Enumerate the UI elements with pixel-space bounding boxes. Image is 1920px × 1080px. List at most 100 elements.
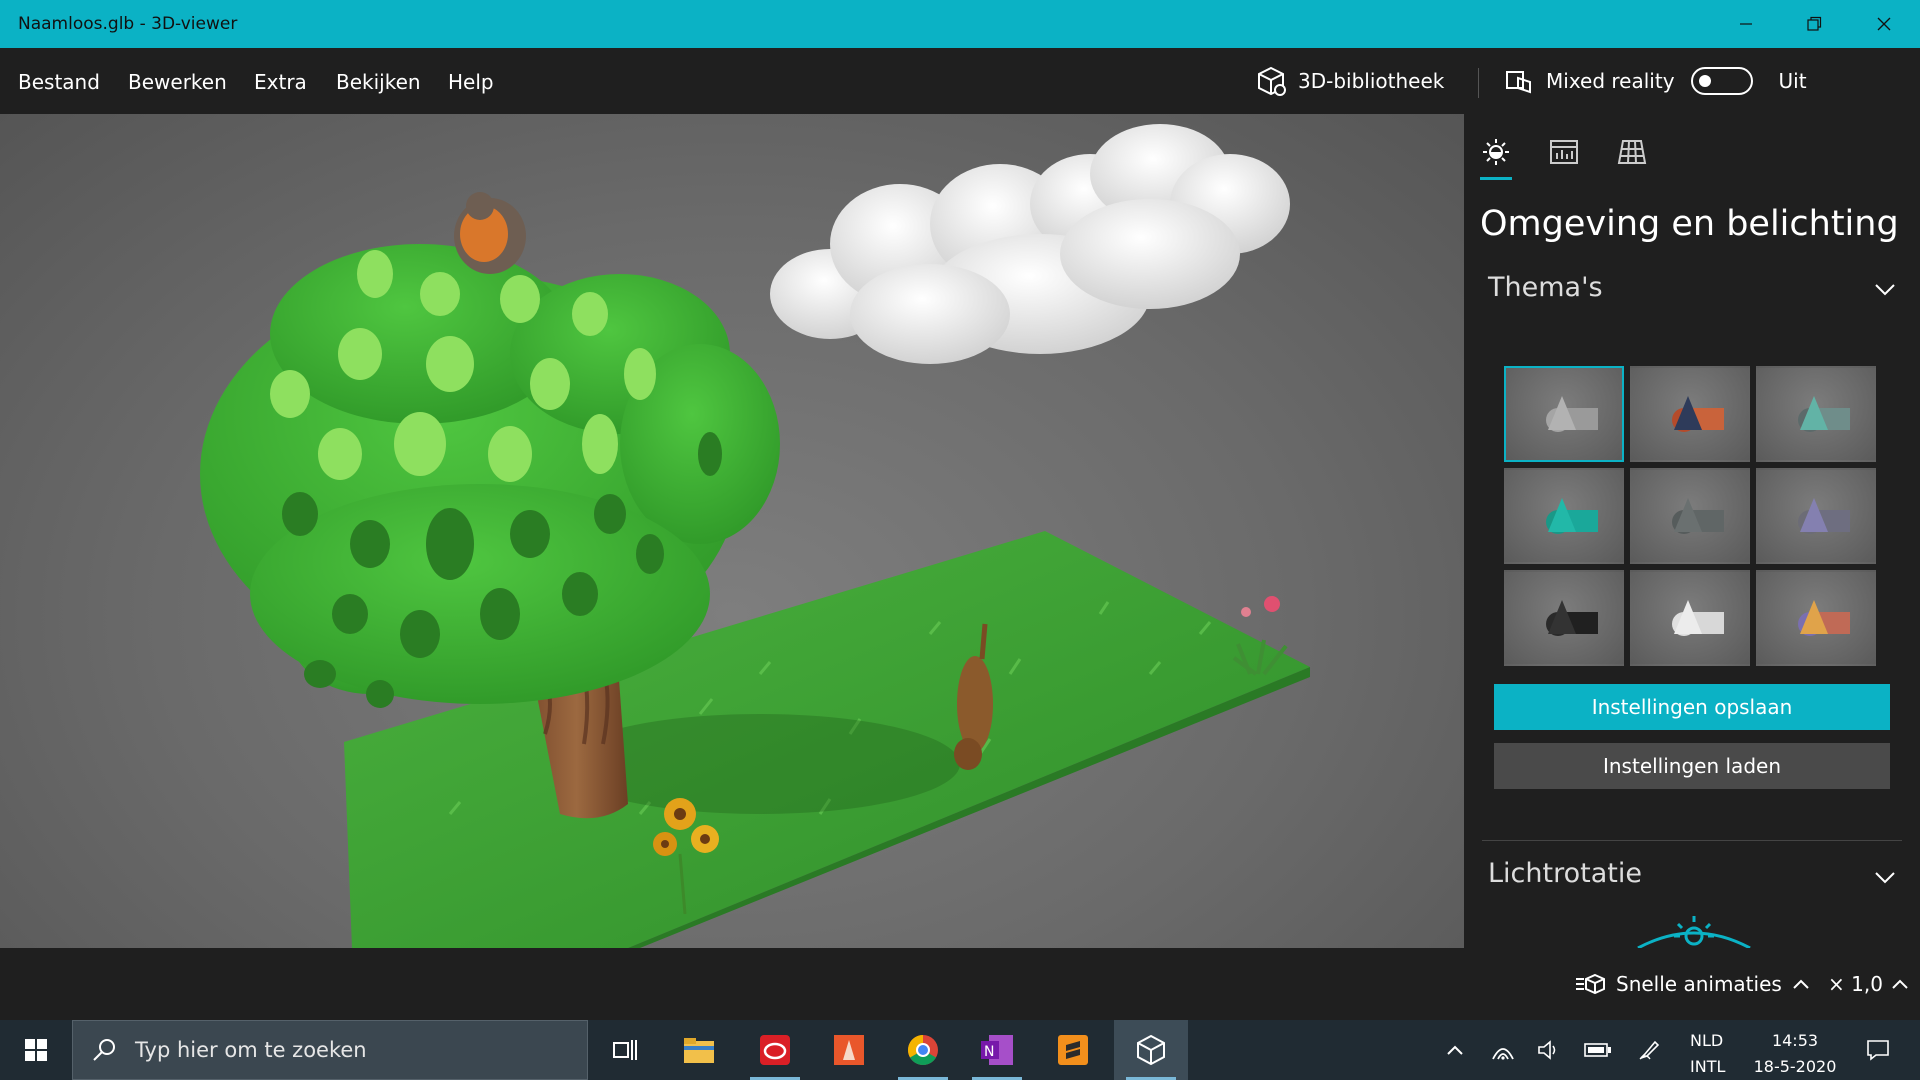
folder-icon xyxy=(684,1038,714,1063)
toggle-state-label: Uit xyxy=(1778,69,1807,93)
close-button[interactable] xyxy=(1850,0,1918,48)
sun-icon xyxy=(1483,139,1509,165)
speed-control[interactable]: × 1,0 xyxy=(1828,972,1909,996)
3d-library-label: 3D-bibliotheek xyxy=(1298,69,1445,93)
creative-cloud-icon xyxy=(760,1035,790,1065)
themes-section-label: Thema's xyxy=(1488,272,1603,303)
taskbar-sublime-text[interactable] xyxy=(1036,1020,1110,1080)
theme-preview-icon xyxy=(1546,498,1598,534)
menu-help[interactable]: Help xyxy=(448,70,494,94)
minimize-button[interactable] xyxy=(1712,0,1780,48)
clock-date: 18-5-2020 xyxy=(1753,1057,1837,1076)
restore-icon xyxy=(1807,16,1822,31)
taskbar: Typ hier om te zoeken N NLD INTL 14:53 1… xyxy=(0,1020,1920,1080)
volume-button[interactable] xyxy=(1532,1020,1566,1080)
mixed-reality-label: Mixed reality xyxy=(1546,69,1675,93)
mixed-reality-toggle[interactable] xyxy=(1690,67,1753,95)
battery-icon xyxy=(1584,1043,1611,1057)
light-rotation-dial[interactable] xyxy=(1634,914,1754,948)
title-bar: Naamloos.glb - 3D-viewer xyxy=(0,0,1920,48)
taskbar-paint-app[interactable] xyxy=(812,1020,886,1080)
onenote-icon: N xyxy=(981,1035,1013,1065)
theme-thumbnail[interactable] xyxy=(1756,366,1876,462)
theme-preview-icon xyxy=(1798,498,1850,534)
sun-dial-icon xyxy=(1637,916,1751,948)
environment-panel: Omgeving en belichting Thema's Instellin… xyxy=(1464,114,1920,948)
mixed-reality-icon xyxy=(1506,71,1531,94)
toolbar-separator xyxy=(1478,68,1479,98)
restore-button[interactable] xyxy=(1780,0,1848,48)
task-view-button[interactable] xyxy=(588,1020,662,1080)
taskbar-creative-cloud[interactable] xyxy=(738,1020,812,1080)
speaker-icon xyxy=(1538,1040,1556,1060)
theme-preview-icon xyxy=(1546,396,1598,432)
theme-preview-icon xyxy=(1798,600,1850,636)
tab-grid[interactable] xyxy=(1616,134,1648,170)
taskbar-3d-viewer[interactable] xyxy=(1114,1020,1188,1080)
taskbar-clock[interactable]: 14:53 18-5-2020 xyxy=(1745,1028,1845,1080)
minimize-icon xyxy=(1740,23,1752,25)
theme-thumbnail[interactable] xyxy=(1504,366,1624,462)
keyboard-layout: INTL xyxy=(1690,1057,1726,1076)
theme-thumbnail[interactable] xyxy=(1630,366,1750,462)
theme-preview-icon xyxy=(1546,600,1598,636)
theme-thumbnail[interactable] xyxy=(1630,570,1750,666)
tab-statistics[interactable] xyxy=(1548,134,1580,170)
animations-control[interactable]: Snelle animaties xyxy=(1576,972,1810,996)
theme-thumbnail[interactable] xyxy=(1504,468,1624,564)
wifi-icon xyxy=(1492,1048,1514,1060)
panel-title: Omgeving en belichting xyxy=(1480,204,1899,244)
taskbar-chrome[interactable] xyxy=(886,1020,960,1080)
paint-app-icon xyxy=(834,1035,864,1065)
theme-preview-icon xyxy=(1672,600,1724,636)
theme-thumbnail[interactable] xyxy=(1756,570,1876,666)
taskbar-search-box[interactable]: Typ hier om te zoeken xyxy=(72,1020,588,1080)
theme-preview-icon xyxy=(1672,498,1724,534)
light-rotation-label: Lichtrotatie xyxy=(1488,858,1642,889)
menu-bestand[interactable]: Bestand xyxy=(18,70,100,94)
pen-workspace-button[interactable] xyxy=(1632,1020,1666,1080)
show-hidden-icons-button[interactable] xyxy=(1440,1020,1470,1080)
chevron-down-icon xyxy=(1875,872,1895,884)
windows-logo-icon xyxy=(25,1039,47,1061)
theme-thumbnail[interactable] xyxy=(1504,570,1624,666)
speed-label: × 1,0 xyxy=(1828,972,1883,996)
svg-text:N: N xyxy=(984,1044,994,1060)
chrome-icon xyxy=(907,1035,938,1066)
action-center-button[interactable] xyxy=(1850,1020,1906,1080)
taskbar-file-explorer[interactable] xyxy=(662,1020,736,1080)
theme-thumbnail[interactable] xyxy=(1756,468,1876,564)
grid-icon xyxy=(1617,140,1647,164)
animation-cube-icon xyxy=(1576,973,1605,995)
menu-bar: Bestand Bewerken Extra Bekijken Help 3D-… xyxy=(0,48,1920,114)
pen-icon xyxy=(1639,1040,1660,1060)
network-button[interactable] xyxy=(1486,1020,1520,1080)
themes-collapse-button[interactable] xyxy=(1874,282,1896,301)
3d-scene xyxy=(200,124,1310,948)
theme-grid xyxy=(1504,366,1876,666)
taskbar-onenote[interactable]: N xyxy=(960,1020,1034,1080)
theme-preview-icon xyxy=(1672,396,1724,432)
menu-bekijken[interactable]: Bekijken xyxy=(336,70,421,94)
menu-extra[interactable]: Extra xyxy=(254,70,307,94)
light-rotation-collapse-button[interactable] xyxy=(1874,870,1896,889)
save-settings-button[interactable]: Instellingen opslaan xyxy=(1494,684,1890,730)
stats-icon xyxy=(1550,140,1578,164)
load-settings-button[interactable]: Instellingen laden xyxy=(1494,743,1890,789)
start-button[interactable] xyxy=(0,1020,72,1080)
input-language[interactable]: NLD INTL xyxy=(1690,1028,1725,1080)
mixed-reality-control: Mixed reality Uit xyxy=(1504,66,1807,96)
chevron-up-icon xyxy=(1892,979,1908,989)
theme-preview-icon xyxy=(1798,396,1850,432)
3d-viewport[interactable] xyxy=(0,114,1464,948)
3d-library-button[interactable]: 3D-bibliotheek xyxy=(1256,66,1444,96)
menu-bewerken[interactable]: Bewerken xyxy=(128,70,227,94)
battery-button[interactable] xyxy=(1578,1020,1618,1080)
notifications-icon xyxy=(1867,1040,1889,1061)
theme-thumbnail[interactable] xyxy=(1630,468,1750,564)
cube-library-icon xyxy=(1258,66,1286,96)
language-code: NLD xyxy=(1690,1031,1724,1050)
tab-environment[interactable] xyxy=(1480,134,1512,180)
animations-label: Snelle animaties xyxy=(1616,972,1782,996)
panel-tabs xyxy=(1480,134,1648,180)
